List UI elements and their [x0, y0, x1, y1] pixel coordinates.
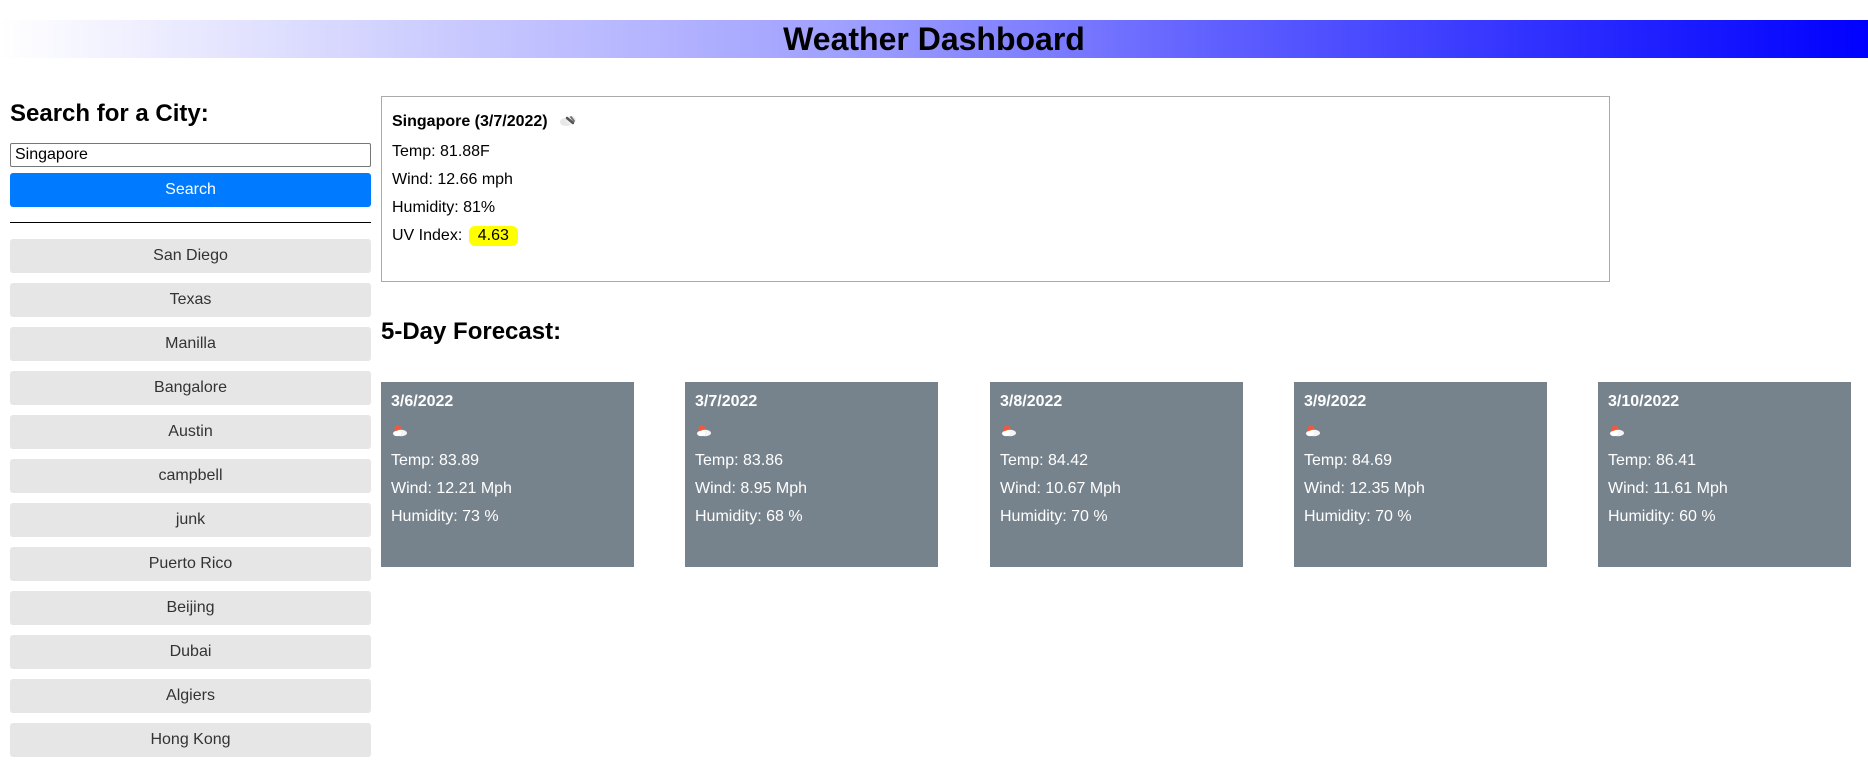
- forecast-temp: Temp: 84.69: [1304, 452, 1393, 469]
- forecast-card: 3/8/2022 Temp: 84.42 Wind: 10.67 Mph Hum…: [990, 382, 1243, 567]
- history-item[interactable]: Dubai: [10, 635, 371, 669]
- current-weather-card: Singapore (3/7/2022) Temp: 81.88F Wind: …: [381, 96, 1610, 282]
- partly-cloudy-icon: [1000, 420, 1233, 440]
- forecast-temp: Temp: 83.86: [695, 452, 784, 469]
- city-search-input[interactable]: [10, 143, 371, 167]
- sidebar: Search for a City: Search San Diego Texa…: [10, 95, 371, 767]
- forecast-date: 3/9/2022: [1304, 393, 1367, 410]
- forecast-wind: Wind: 8.95 Mph: [695, 480, 808, 497]
- history-item[interactable]: Algiers: [10, 679, 371, 713]
- history-item[interactable]: Beijing: [10, 591, 371, 625]
- history-item[interactable]: Bangalore: [10, 371, 371, 405]
- history-item[interactable]: Manilla: [10, 327, 371, 361]
- current-weather-title: Singapore (3/7/2022): [392, 111, 1599, 133]
- current-uv-row: UV Index: 4.63: [392, 226, 1599, 246]
- forecast-card: 3/7/2022 Temp: 83.86 Wind: 8.95 Mph Humi…: [685, 382, 938, 567]
- forecast-temp: Temp: 83.89: [391, 452, 480, 469]
- current-temp: Temp: 81.88F: [392, 143, 490, 160]
- current-humidity: Humidity: 81%: [392, 199, 496, 216]
- forecast-humidity: Humidity: 73 %: [391, 508, 499, 525]
- uv-index-label: UV Index:: [392, 227, 463, 244]
- header-banner: Weather Dashboard: [0, 20, 1868, 58]
- history-item[interactable]: Austin: [10, 415, 371, 449]
- forecast-title: 5-Day Forecast:: [381, 318, 562, 345]
- forecast-humidity: Humidity: 70 %: [1000, 508, 1108, 525]
- forecast-date: 3/10/2022: [1608, 393, 1680, 410]
- partly-cloudy-icon: [695, 420, 928, 440]
- history-item[interactable]: Puerto Rico: [10, 547, 371, 581]
- forecast-wind: Wind: 11.61 Mph: [1608, 480, 1728, 497]
- current-wind: Wind: 12.66 mph: [392, 171, 513, 188]
- forecast-date: 3/6/2022: [391, 393, 454, 410]
- history-item[interactable]: Hong Kong: [10, 723, 371, 757]
- current-city-date: Singapore (3/7/2022): [392, 113, 548, 130]
- divider: [10, 222, 371, 223]
- search-button[interactable]: Search: [10, 173, 371, 207]
- forecast-card: 3/6/2022 Temp: 83.89 Wind: 12.21 Mph Hum…: [381, 382, 634, 567]
- forecast-humidity: Humidity: 68 %: [695, 508, 803, 525]
- search-history-list: San Diego Texas Manilla Bangalore Austin…: [10, 239, 371, 757]
- search-title: Search for a City:: [10, 100, 209, 127]
- forecast-date: 3/7/2022: [695, 393, 758, 410]
- history-item[interactable]: campbell: [10, 459, 371, 493]
- history-item[interactable]: junk: [10, 503, 371, 537]
- forecast-wind: Wind: 12.21 Mph: [391, 480, 512, 497]
- history-item[interactable]: Texas: [10, 283, 371, 317]
- forecast-date: 3/8/2022: [1000, 393, 1063, 410]
- forecast-wind: Wind: 10.67 Mph: [1000, 480, 1121, 497]
- forecast-card: 3/9/2022 Temp: 84.69 Wind: 12.35 Mph Hum…: [1294, 382, 1547, 567]
- partly-cloudy-icon: [391, 420, 624, 440]
- partly-cloudy-icon: [1608, 420, 1841, 440]
- history-item[interactable]: San Diego: [10, 239, 371, 273]
- forecast-humidity: Humidity: 70 %: [1304, 508, 1412, 525]
- forecast-wind: Wind: 12.35 Mph: [1304, 480, 1425, 497]
- page-title: Weather Dashboard: [783, 20, 1085, 57]
- forecast-humidity: Humidity: 60 %: [1608, 508, 1716, 525]
- partly-cloudy-icon: [1304, 420, 1537, 440]
- cloud-icon: [558, 113, 580, 132]
- forecast-temp: Temp: 84.42: [1000, 452, 1089, 469]
- uv-index-badge: 4.63: [468, 226, 518, 246]
- forecast-temp: Temp: 86.41: [1608, 452, 1697, 469]
- forecast-card: 3/10/2022 Temp: 86.41 Wind: 11.61 Mph Hu…: [1598, 382, 1851, 567]
